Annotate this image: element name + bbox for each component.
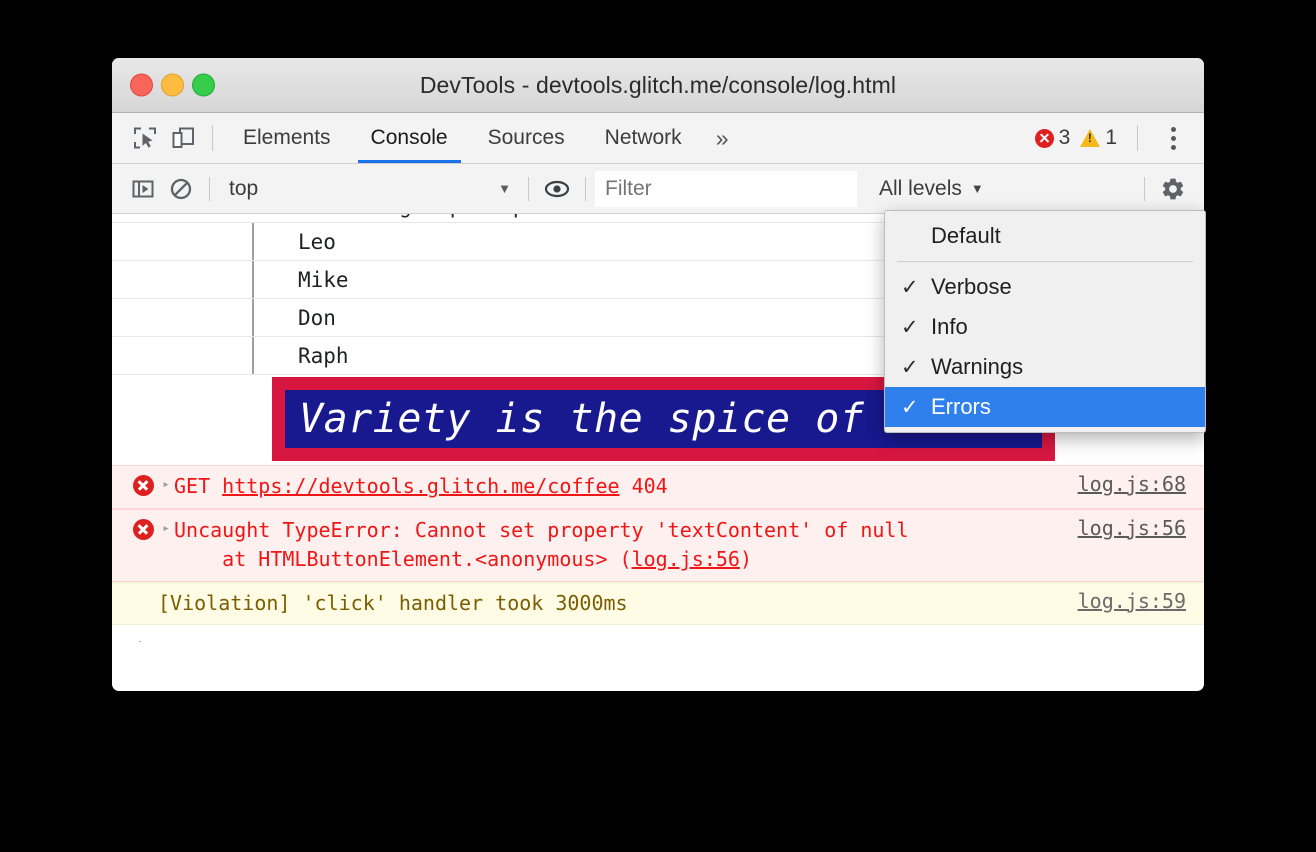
menu-item-info[interactable]: ✓ Info [885, 307, 1205, 347]
tabbar-status-area: 3 1 [1034, 113, 1190, 163]
tab-elements[interactable]: Elements [223, 113, 351, 163]
console-message-text: [Violation] 'click' handler took 3000ms [158, 590, 628, 615]
log-level-label: All levels [879, 176, 962, 200]
check-icon: ✓ [901, 315, 919, 339]
error-circle-icon [128, 475, 158, 496]
error-count-label: 3 [1058, 126, 1071, 149]
group-item-label: Don [298, 305, 336, 330]
inspect-element-icon[interactable] [126, 119, 164, 157]
console-message-warning[interactable]: [Violation] 'click' handler took 3000ms … [112, 581, 1204, 626]
log-level-dropdown-menu[interactable]: Default ✓ Verbose ✓ Info ✓ Warnings ✓ Er… [884, 210, 1206, 433]
group-rail [252, 299, 254, 336]
menu-item-errors[interactable]: ✓ Errors [885, 387, 1205, 427]
clear-console-icon[interactable] [162, 170, 200, 208]
devtools-tab-list: Elements Console Sources Network » [223, 113, 742, 163]
chevron-down-icon: ▼ [970, 181, 984, 196]
toolbar-divider [209, 176, 210, 201]
chevron-down-icon: ▼ [498, 181, 511, 196]
message-source-link[interactable]: log.js:56 [1078, 516, 1186, 540]
menu-item-label: Info [931, 314, 968, 339]
console-prompt[interactable]: > [112, 625, 1204, 642]
group-rail [252, 223, 254, 260]
request-method: GET [174, 474, 223, 498]
tab-console[interactable]: Console [351, 113, 468, 163]
settings-gear-icon[interactable] [1154, 170, 1192, 208]
window-title: DevTools - devtools.glitch.me/console/lo… [419, 71, 897, 98]
log-level-select[interactable]: All levels ▼ [873, 171, 990, 207]
menu-item-label: Default [931, 223, 1001, 248]
request-url-link[interactable]: https://devtools.glitch.me/coffee [222, 474, 619, 498]
tab-console-label: Console [370, 126, 448, 149]
menu-item-label: Verbose [931, 274, 1012, 299]
clipped-group-header-text: console.group output [298, 214, 551, 218]
kebab-dot [1170, 126, 1176, 132]
tab-sources[interactable]: Sources [468, 113, 585, 163]
execution-context-value: top [229, 176, 259, 200]
console-message-text: Uncaught TypeError: Cannot set property … [174, 516, 1078, 575]
tab-sources-label: Sources [487, 126, 565, 149]
kebab-dot [1170, 144, 1176, 150]
group-rail [252, 337, 254, 374]
maximize-window-button[interactable] [192, 73, 215, 97]
tabbar-divider [212, 125, 213, 151]
menu-divider [897, 261, 1193, 262]
window-titlebar: DevTools - devtools.glitch.me/console/lo… [112, 58, 1204, 113]
toolbar-divider [585, 176, 586, 201]
toolbar-divider [1144, 176, 1145, 201]
group-item-label: Raph [298, 343, 349, 368]
window-controls [130, 73, 215, 97]
message-source-link[interactable]: log.js:68 [1078, 472, 1186, 496]
prompt-caret-icon: > [138, 635, 152, 642]
check-icon: ✓ [901, 355, 919, 379]
console-message-error[interactable]: ▸ Uncaught TypeError: Cannot set propert… [112, 508, 1204, 582]
expand-arrow-icon[interactable]: ▸ [158, 477, 174, 492]
console-toolbar: top ▼ All levels ▼ [112, 164, 1204, 214]
status-divider [1137, 125, 1138, 151]
kebab-menu-icon[interactable] [1156, 119, 1190, 157]
menu-item-warnings[interactable]: ✓ Warnings [885, 347, 1205, 387]
minimize-window-button[interactable] [161, 73, 184, 97]
filter-input[interactable] [595, 170, 857, 207]
device-toolbar-icon[interactable] [164, 119, 202, 157]
check-icon: ✓ [901, 275, 919, 299]
console-message-error[interactable]: ▸ GET https://devtools.glitch.me/coffee … [112, 465, 1204, 509]
tab-elements-label: Elements [243, 126, 331, 149]
error-circle-icon [128, 518, 158, 540]
tab-network[interactable]: Network [585, 113, 702, 163]
more-tabs-button[interactable]: » [702, 113, 743, 163]
close-window-button[interactable] [130, 73, 153, 97]
error-stack-line-end: ) [739, 547, 752, 572]
menu-item-default[interactable]: Default [885, 216, 1205, 256]
menu-item-label: Errors [931, 394, 991, 419]
error-counter[interactable]: 3 [1034, 126, 1071, 150]
execution-context-select[interactable]: top ▼ [219, 172, 519, 206]
toolbar-divider [528, 176, 529, 201]
tab-network-label: Network [604, 126, 682, 149]
console-message-text: GET https://devtools.glitch.me/coffee 40… [174, 472, 1078, 502]
request-status: 404 [619, 474, 668, 498]
console-sidebar-icon[interactable] [124, 170, 162, 208]
error-headline: Uncaught TypeError: Cannot set property … [174, 517, 909, 542]
group-item-label: Mike [298, 267, 349, 292]
live-expression-icon[interactable] [538, 170, 576, 208]
check-icon: ✓ [901, 395, 919, 419]
kebab-dot [1170, 135, 1176, 141]
menu-item-verbose[interactable]: ✓ Verbose [885, 267, 1205, 307]
message-source-link[interactable]: log.js:59 [1078, 589, 1186, 613]
console-toolbar-right [1135, 170, 1192, 208]
warning-triangle-icon [1080, 129, 1101, 147]
menu-item-label: Warnings [931, 354, 1024, 379]
error-stack-line: at HTMLButtonElement.<anonymous> ( [174, 547, 632, 572]
stack-source-link[interactable]: log.js:56 [632, 547, 740, 571]
group-item-label: Leo [298, 229, 336, 254]
devtools-tabbar: Elements Console Sources Network » 3 1 [112, 113, 1204, 164]
error-circle-icon [1034, 128, 1054, 148]
warning-count-label: 1 [1105, 126, 1117, 149]
group-rail [252, 261, 254, 298]
expand-arrow-icon[interactable]: ▸ [158, 521, 174, 536]
warning-counter[interactable]: 1 [1080, 126, 1117, 150]
